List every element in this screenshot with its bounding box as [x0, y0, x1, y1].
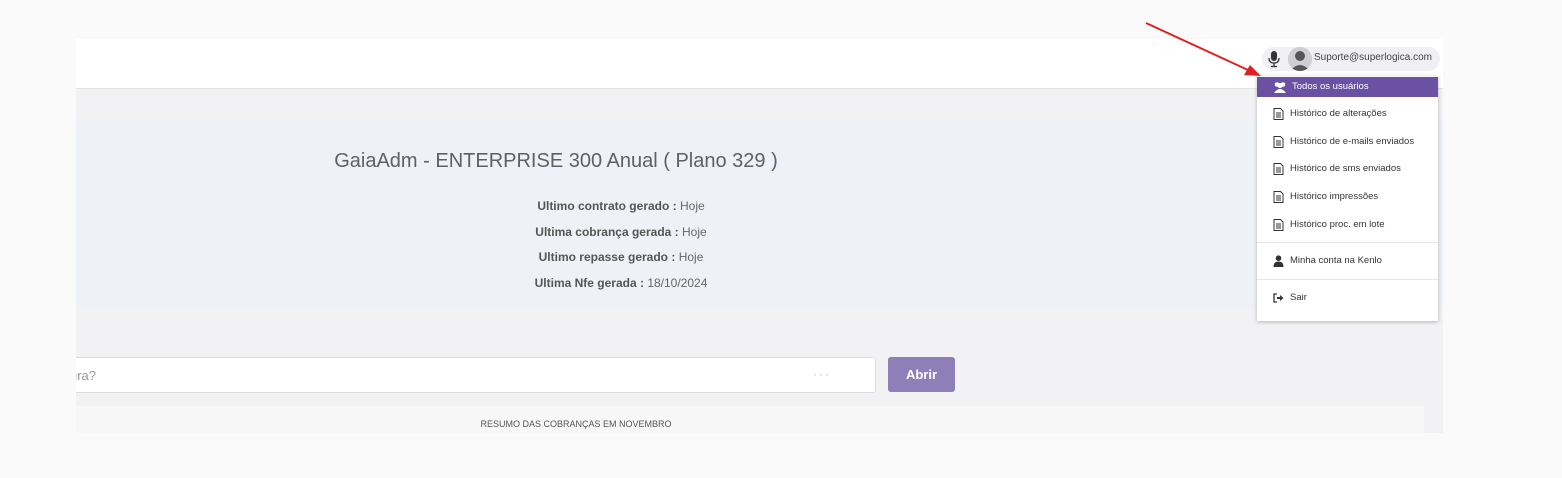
- users-icon: [1274, 82, 1286, 93]
- document-icon: [1273, 136, 1284, 148]
- info-label: Ultima cobrança gerada :: [535, 225, 679, 239]
- info-value: 18/10/2024: [647, 276, 708, 290]
- menu-item-label: Histórico impressões: [1290, 191, 1379, 202]
- document-icon: [1273, 108, 1284, 120]
- document-icon: [1273, 219, 1284, 231]
- menu-item-logout[interactable]: Sair: [1257, 288, 1438, 308]
- menu-item-sms-history[interactable]: Histórico de sms enviados: [1257, 159, 1438, 179]
- avatar[interactable]: [1288, 47, 1312, 71]
- menu-item-print-history[interactable]: Histórico impressões: [1257, 187, 1438, 207]
- menu-item-label: Histórico de e-mails enviados: [1290, 136, 1415, 147]
- user-menu-toggle[interactable]: Suporte@superlogica.com: [1262, 47, 1440, 71]
- menu-item-kenlo-account[interactable]: Minha conta na Kenlo: [1257, 251, 1438, 271]
- search-placeholder: ura?: [76, 368, 97, 383]
- document-icon: [1273, 163, 1284, 175]
- menu-item-label: Todos os usuários: [1292, 81, 1369, 92]
- menu-item-batch-history[interactable]: Histórico proc. em lote: [1257, 215, 1438, 235]
- plan-title: GaiaAdm - ENTERPRISE 300 Anual ( Plano 3…: [334, 150, 778, 172]
- info-value: Hoje: [680, 199, 705, 213]
- last-transfer-line: Ultimo repasse gerado : Hoje: [76, 250, 1166, 264]
- last-charge-line: Ultima cobrança gerada : Hoje: [76, 225, 1166, 239]
- last-contract-line: Ultimo contrato gerado : Hoje: [76, 199, 1166, 213]
- menu-item-label: Histórico de sms enviados: [1290, 163, 1401, 174]
- search-input[interactable]: ura? ···: [76, 357, 876, 393]
- menu-item-label: Sair: [1290, 292, 1307, 303]
- sign-out-icon: [1273, 293, 1284, 303]
- menu-item-label: Histórico proc. em lote: [1290, 219, 1385, 230]
- user-email[interactable]: Suporte@superlogica.com: [1314, 52, 1432, 63]
- menu-divider: [1257, 242, 1438, 243]
- menu-item-emails-history[interactable]: Histórico de e-mails enviados: [1257, 132, 1438, 152]
- menu-item-all-users[interactable]: Todos os usuários: [1257, 77, 1438, 97]
- user-avatar-icon: [1288, 47, 1312, 71]
- menu-item-label: Minha conta na Kenlo: [1290, 255, 1382, 266]
- user-dropdown-menu: Todos os usuários Histórico de alteraçõe…: [1257, 76, 1438, 321]
- summary-panel: RESUMO DAS COBRANÇAS EM NOVEMBRO: [76, 406, 1424, 433]
- plan-info-panel: GaiaAdm - ENTERPRISE 300 Anual ( Plano 3…: [76, 121, 1443, 308]
- open-button[interactable]: Abrir: [888, 357, 955, 392]
- more-dots-icon: ···: [813, 367, 831, 381]
- info-label: Ultima Nfe gerada :: [534, 276, 644, 290]
- menu-item-change-history[interactable]: Histórico de alterações: [1257, 104, 1438, 124]
- menu-divider: [1257, 279, 1438, 280]
- summary-title: RESUMO DAS COBRANÇAS EM NOVEMBRO: [480, 419, 672, 429]
- menu-item-label: Histórico de alterações: [1290, 108, 1387, 119]
- document-icon: [1273, 191, 1284, 203]
- app-window: Suporte@superlogica.com GaiaAdm - ENTERP…: [76, 39, 1443, 433]
- info-value: Hoje: [678, 250, 704, 264]
- last-nfe-line: Ultima Nfe gerada : 18/10/2024: [76, 276, 1166, 290]
- top-bar: Suporte@superlogica.com: [76, 39, 1443, 89]
- user-icon: [1273, 255, 1284, 267]
- info-label: Ultimo repasse gerado :: [538, 250, 676, 264]
- microphone-icon[interactable]: [1268, 50, 1280, 68]
- info-value: Hoje: [682, 225, 707, 239]
- info-label: Ultimo contrato gerado :: [537, 199, 677, 213]
